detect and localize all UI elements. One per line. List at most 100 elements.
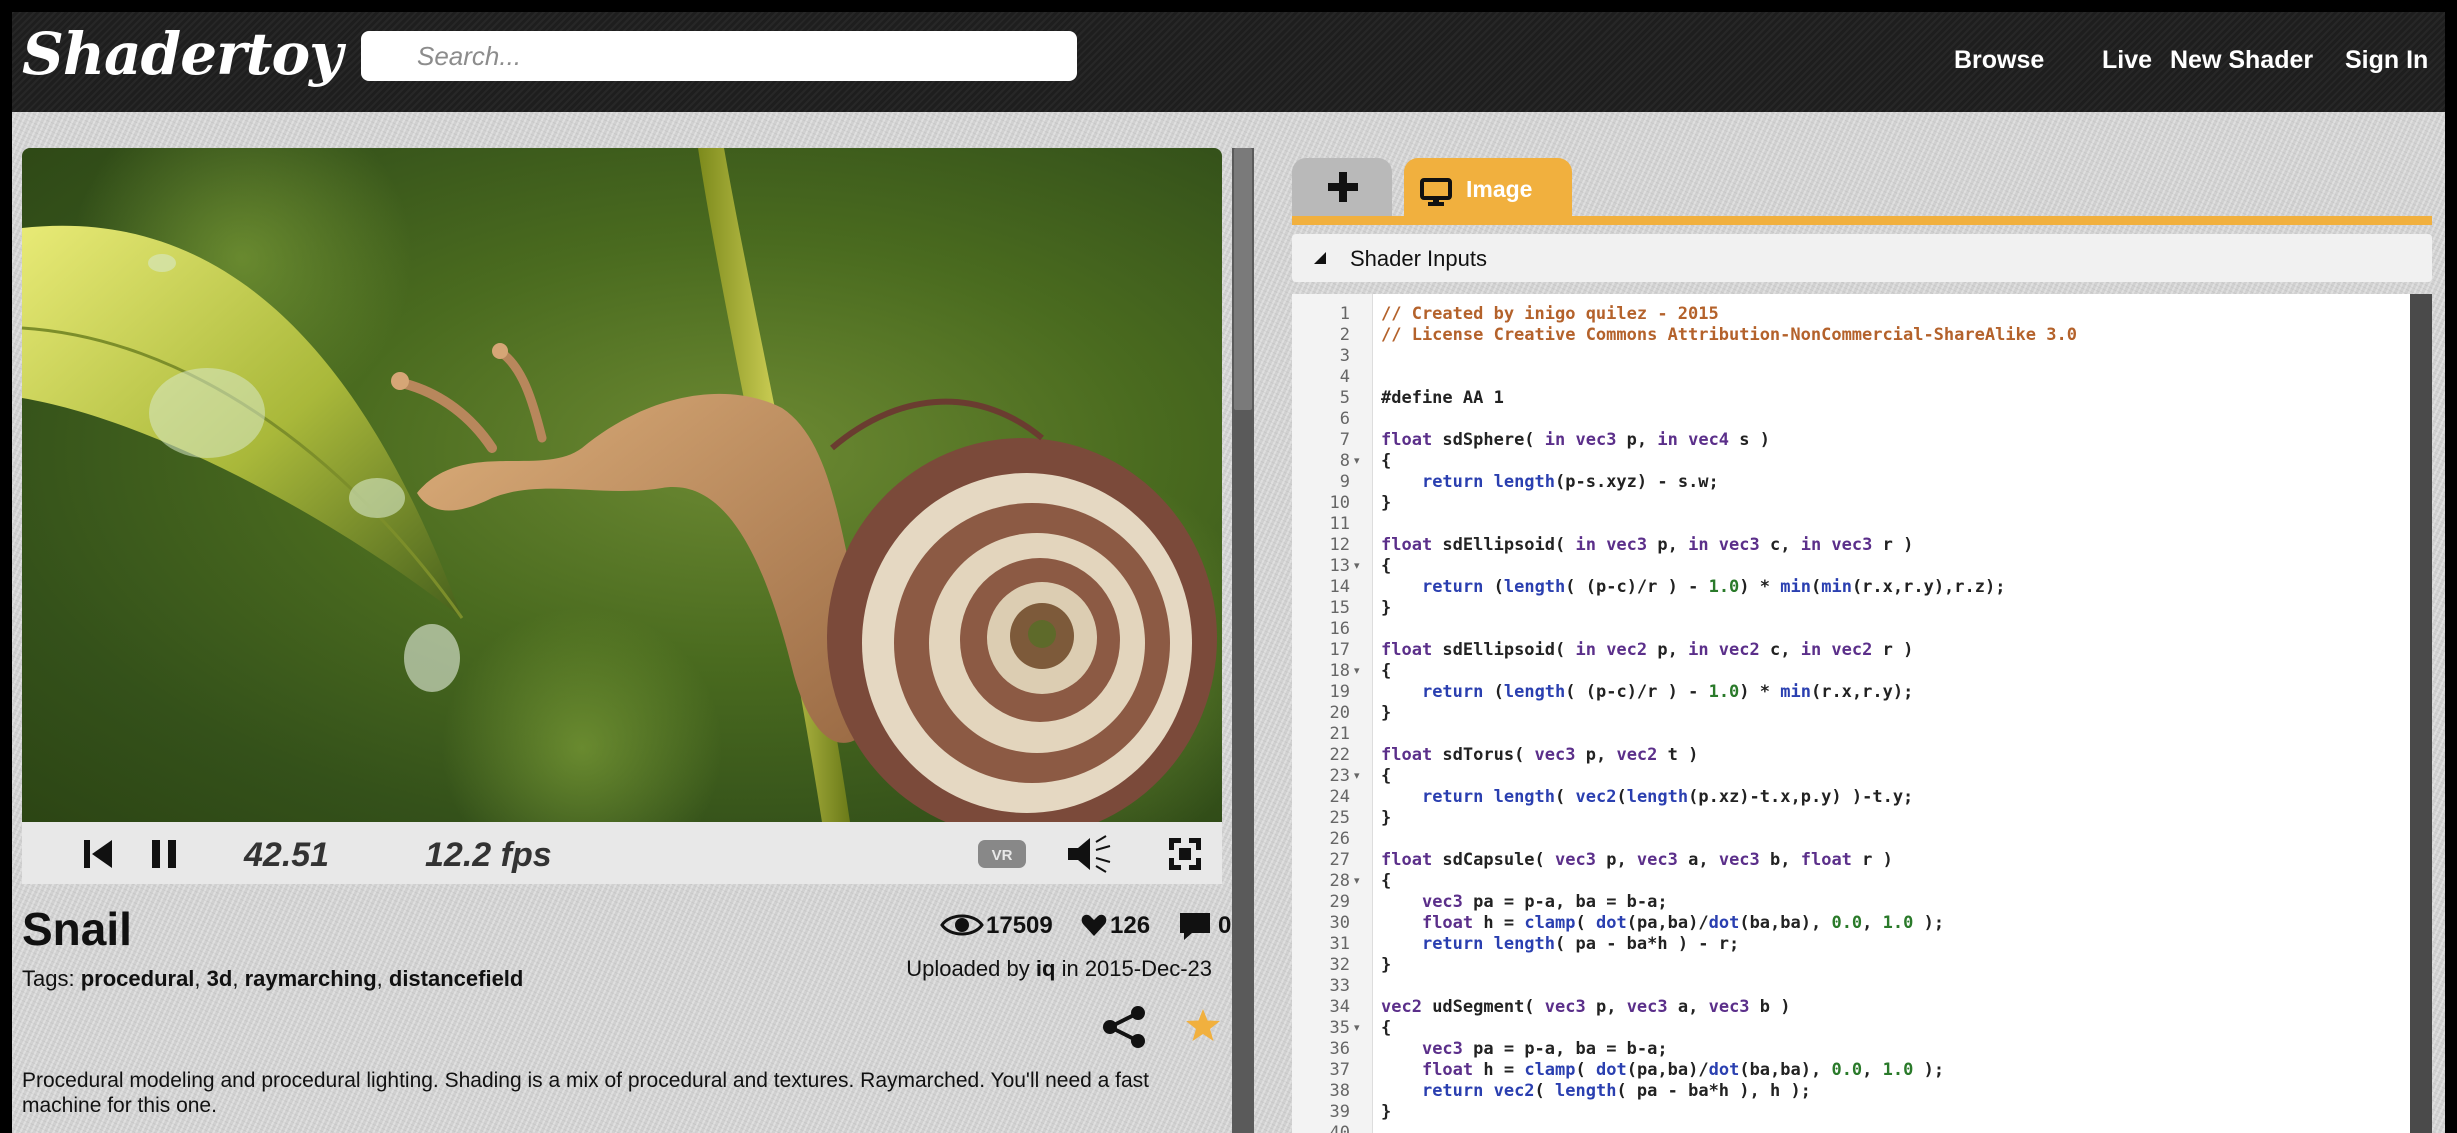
code-line[interactable]: }	[1381, 955, 1391, 976]
code-token: vec3	[1421, 892, 1463, 912]
tag-link[interactable]: distancefield	[389, 966, 523, 991]
code-line[interactable]: return (length( (p-c)/r ) - 1.0) * min(r…	[1381, 682, 1913, 703]
code-token: p,	[1585, 997, 1627, 1017]
code-token: (p-s.xyz) - s.w;	[1555, 472, 1719, 492]
tag-link[interactable]: procedural	[81, 966, 195, 991]
code-line[interactable]: {	[1381, 451, 1391, 472]
code-token: length	[1626, 787, 1689, 807]
code-line[interactable]: float sdEllipsoid( in vec2 p, in vec2 c,…	[1381, 640, 1913, 661]
code-token: {	[1381, 556, 1392, 576]
line-number: 15	[1329, 598, 1350, 618]
code-token: dot	[1596, 1060, 1627, 1080]
code-token: float	[1381, 535, 1433, 555]
code-token: (	[1483, 577, 1504, 597]
editor-scrollbar[interactable]	[2410, 294, 2432, 1133]
line-number: 39	[1329, 1102, 1350, 1122]
code-line[interactable]: // Created by inigo quilez - 2015	[1381, 304, 1719, 325]
code-line[interactable]: vec3 pa = p-a, ba = b-a;	[1381, 892, 1668, 913]
author-link[interactable]: iq	[1036, 956, 1056, 981]
nav-browse[interactable]: Browse	[1954, 46, 2044, 75]
nav-sign-in[interactable]: Sign In	[2345, 46, 2428, 75]
share-icon[interactable]	[1102, 1005, 1148, 1049]
vr-icon-label: VR	[992, 847, 1013, 864]
code-line[interactable]: float sdSphere( in vec3 p, in vec4 s )	[1381, 430, 1770, 451]
code-line[interactable]: }	[1381, 598, 1391, 619]
fold-arrow-icon[interactable]: ▾	[1354, 871, 1366, 892]
fold-arrow-icon[interactable]: ▾	[1354, 766, 1366, 787]
code-token: pa = p-a, ba = b-a;	[1462, 1039, 1668, 1059]
code-line[interactable]: {	[1381, 766, 1391, 787]
code-line[interactable]: vec3 pa = p-a, ba = b-a;	[1381, 1039, 1668, 1060]
code-line[interactable]: // License Creative Commons Attribution-…	[1381, 325, 2077, 346]
code-token: (r.x,r.y),r.z);	[1851, 577, 2006, 597]
line-number: 16	[1329, 619, 1350, 639]
tag-link[interactable]: raymarching	[245, 966, 377, 991]
vr-icon[interactable]: VR	[978, 838, 1028, 870]
code-line[interactable]: }	[1381, 703, 1391, 724]
splitter-scroll-thumb[interactable]	[1234, 148, 1252, 410]
code-token: c,	[1759, 640, 1801, 660]
code-token: vec3	[1544, 997, 1586, 1017]
code-token: return vec2	[1421, 1081, 1535, 1101]
nav-new-shader[interactable]: New Shader	[2170, 46, 2313, 75]
search-input[interactable]	[361, 31, 1077, 81]
line-number: 13	[1329, 556, 1350, 576]
code-token: p,	[1575, 745, 1617, 765]
line-number: 19	[1329, 682, 1350, 702]
skip-back-icon[interactable]	[84, 838, 114, 870]
code-line[interactable]: {	[1381, 871, 1391, 892]
fold-arrow-icon[interactable]: ▾	[1354, 451, 1366, 472]
code-line[interactable]: }	[1381, 808, 1391, 829]
code-line[interactable]: return vec2( length( pa - ba*h ), h );	[1381, 1081, 1811, 1102]
line-number: 7	[1339, 430, 1350, 450]
comment-icon[interactable]	[1180, 913, 1212, 941]
code-line[interactable]: }	[1381, 493, 1391, 514]
code-token: );	[1913, 913, 1945, 933]
fold-arrow-icon[interactable]: ▾	[1354, 661, 1366, 682]
code-line[interactable]: #define AA 1	[1381, 388, 1504, 409]
code-line[interactable]: float sdTorus( vec3 p, vec2 t )	[1381, 745, 1698, 766]
code-editor[interactable]: 1 2 3 4 5 6 7 8 ▾ 9 10 11 12 13 ▾ 14 15 16 17 18 ▾ 19 20 21 22 23…	[1292, 294, 2410, 1133]
fold-arrow-icon[interactable]: ▾	[1354, 1018, 1366, 1039]
line-number: 25	[1329, 808, 1350, 828]
shader-inputs-toggle[interactable]: Shader Inputs	[1292, 234, 2432, 282]
nav-live[interactable]: Live	[2102, 46, 2152, 75]
fold-arrow-icon[interactable]: ▾	[1354, 556, 1366, 577]
tag-link[interactable]: 3d	[207, 966, 233, 991]
code-token: float	[1421, 913, 1474, 933]
fullscreen-icon[interactable]	[1167, 836, 1203, 872]
code-token: pa = p-a, ba = b-a;	[1462, 892, 1668, 912]
line-number: 38	[1329, 1081, 1350, 1101]
code-line[interactable]: }	[1381, 1102, 1391, 1123]
code-line[interactable]: float sdCapsule( vec3 p, vec3 a, vec3 b,…	[1381, 850, 1893, 871]
code-line[interactable]: float sdEllipsoid( in vec3 p, in vec3 c,…	[1381, 535, 1913, 556]
code-token: float	[1421, 1060, 1474, 1080]
code-line[interactable]: float h = clamp( dot(pa,ba)/dot(ba,ba), …	[1381, 1060, 1944, 1081]
line-number: 18	[1329, 661, 1350, 681]
line-number: 10	[1329, 493, 1350, 513]
tab-image[interactable]: Image	[1404, 158, 1572, 218]
code-line[interactable]: return length( vec2(length(p.xz)-t.x,p.y…	[1381, 787, 1913, 808]
shader-viewport[interactable]	[22, 148, 1222, 822]
code-line[interactable]: return length( pa - ba*h ) - r;	[1381, 934, 1739, 955]
code-line[interactable]: return length(p-s.xyz) - s.w;	[1381, 472, 1719, 493]
shadertoy-logo[interactable]: Shadertoy	[22, 20, 343, 88]
code-line[interactable]: {	[1381, 661, 1391, 682]
code-line[interactable]: {	[1381, 556, 1391, 577]
star-icon[interactable]	[1184, 1007, 1222, 1043]
add-tab-button[interactable]	[1292, 158, 1392, 218]
volume-icon[interactable]	[1066, 834, 1112, 874]
heart-icon[interactable]	[1081, 913, 1107, 937]
code-line[interactable]: float h = clamp( dot(pa,ba)/dot(ba,ba), …	[1381, 913, 1944, 934]
code-token: (pa,ba)/	[1626, 913, 1709, 933]
code-token: (ba,ba),	[1739, 913, 1832, 933]
code-line[interactable]: {	[1381, 1018, 1391, 1039]
time-readout: 42.51	[244, 836, 330, 874]
pause-icon[interactable]	[152, 838, 178, 870]
code-line[interactable]: return (length( (p-c)/r ) - 1.0) * min(m…	[1381, 577, 2006, 598]
code-token: return length	[1421, 787, 1556, 807]
code-line[interactable]: vec2 udSegment( vec3 p, vec3 a, vec3 b )	[1381, 997, 1791, 1018]
code-token: (r.x,r.y);	[1810, 682, 1914, 702]
uploaded-prefix: Uploaded by	[906, 956, 1030, 981]
line-number: 4	[1339, 367, 1350, 387]
